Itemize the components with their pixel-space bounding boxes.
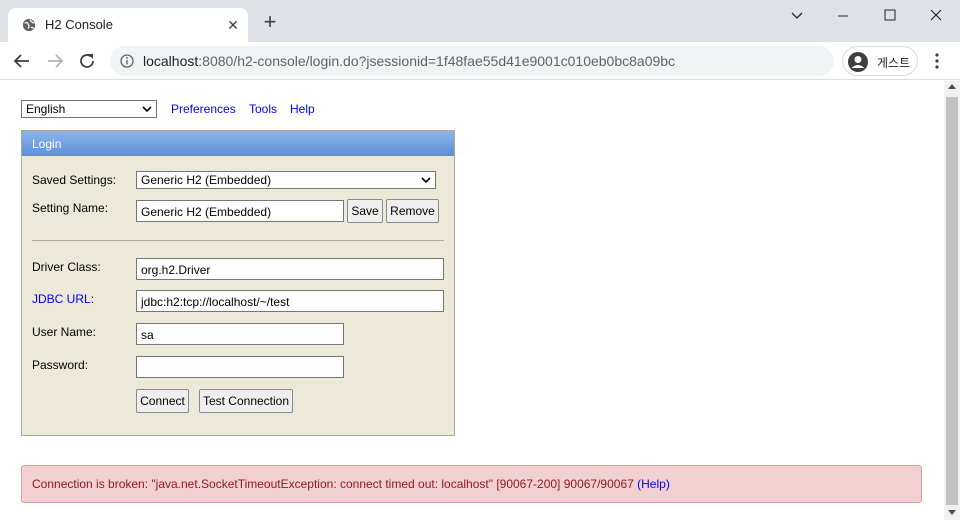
page-viewport: English Preferences Tools Help Login Sav…: [0, 81, 944, 520]
reload-icon[interactable]: [76, 50, 98, 72]
address-bar[interactable]: localhost:8080/h2-console/login.do?jsess…: [110, 46, 834, 76]
url-path: :8080/h2-console/login.do?jsessionid=1f4…: [198, 53, 676, 69]
saved-settings-value: Generic H2 (Embedded): [141, 173, 272, 187]
setting-name-input[interactable]: Generic H2 (Embedded): [136, 200, 344, 222]
password-input[interactable]: [136, 356, 344, 378]
profile-label: 게스트: [877, 56, 911, 70]
globe-icon: [22, 18, 36, 32]
preferences-link[interactable]: Preferences: [171, 102, 236, 116]
help-link[interactable]: Help: [290, 102, 315, 116]
divider: [32, 240, 444, 241]
scroll-down-arrow-icon[interactable]: [948, 510, 956, 515]
minimize-icon[interactable]: [828, 4, 858, 28]
saved-settings-select[interactable]: Generic H2 (Embedded): [136, 171, 436, 189]
chevron-down-icon: [142, 106, 152, 113]
close-window-icon[interactable]: [921, 4, 951, 28]
browser-toolbar: localhost:8080/h2-console/login.do?jsess…: [0, 42, 960, 80]
tab-title: H2 Console: [45, 17, 113, 32]
page-scrollbar[interactable]: [944, 81, 960, 520]
connect-button[interactable]: Connect: [136, 389, 189, 413]
driver-class-label: Driver Class:: [32, 260, 101, 274]
saved-settings-label: Saved Settings:: [32, 173, 117, 187]
forward-arrow-icon[interactable]: [44, 50, 66, 72]
scrollbar-thumb[interactable]: [946, 97, 958, 505]
tools-link[interactable]: Tools: [249, 102, 277, 116]
jdbc-url-label: JDBC URL:: [32, 292, 94, 306]
remove-button[interactable]: Remove: [386, 199, 439, 223]
new-tab-icon[interactable]: +: [259, 11, 281, 34]
tab-search-icon[interactable]: [782, 4, 812, 28]
url-text: localhost:8080/h2-console/login.do?jsess…: [143, 53, 675, 69]
user-name-label: User Name:: [32, 325, 97, 339]
maximize-icon[interactable]: [875, 4, 905, 28]
error-help-link[interactable]: (Help): [637, 477, 670, 491]
setting-name-label: Setting Name:: [32, 201, 109, 215]
jdbc-url-input[interactable]: jdbc:h2:tcp://localhost/~/test: [136, 290, 444, 312]
password-label: Password:: [32, 358, 89, 372]
info-icon[interactable]: [120, 54, 134, 68]
tab-close-icon[interactable]: ✕: [224, 16, 242, 34]
back-arrow-icon[interactable]: [11, 50, 33, 72]
user-name-input[interactable]: sa: [136, 323, 344, 345]
language-value: English: [26, 102, 66, 116]
jdbc-url-colon: :: [90, 292, 95, 306]
more-menu-icon[interactable]: [930, 52, 944, 70]
login-panel: Login Saved Settings: Generic H2 (Embedd…: [21, 130, 455, 436]
url-host: localhost: [143, 53, 199, 69]
chevron-down-icon: [421, 177, 431, 184]
language-select[interactable]: English: [21, 100, 157, 118]
error-text: Connection is broken: "java.net.SocketTi…: [32, 477, 634, 491]
jdbc-url-link[interactable]: JDBC URL: [32, 292, 91, 306]
save-button[interactable]: Save: [347, 199, 383, 223]
browser-tab[interactable]: H2 Console ✕: [8, 8, 248, 42]
test-connection-button[interactable]: Test Connection: [199, 389, 293, 413]
tab-strip: H2 Console ✕ +: [0, 0, 960, 42]
avatar-icon: [848, 52, 868, 72]
login-header: Login: [22, 131, 454, 156]
driver-class-input[interactable]: org.h2.Driver: [136, 258, 444, 280]
error-message: Connection is broken: "java.net.SocketTi…: [21, 465, 922, 503]
scroll-up-arrow-icon[interactable]: [948, 84, 956, 89]
profile-button[interactable]: 게스트: [842, 46, 918, 76]
